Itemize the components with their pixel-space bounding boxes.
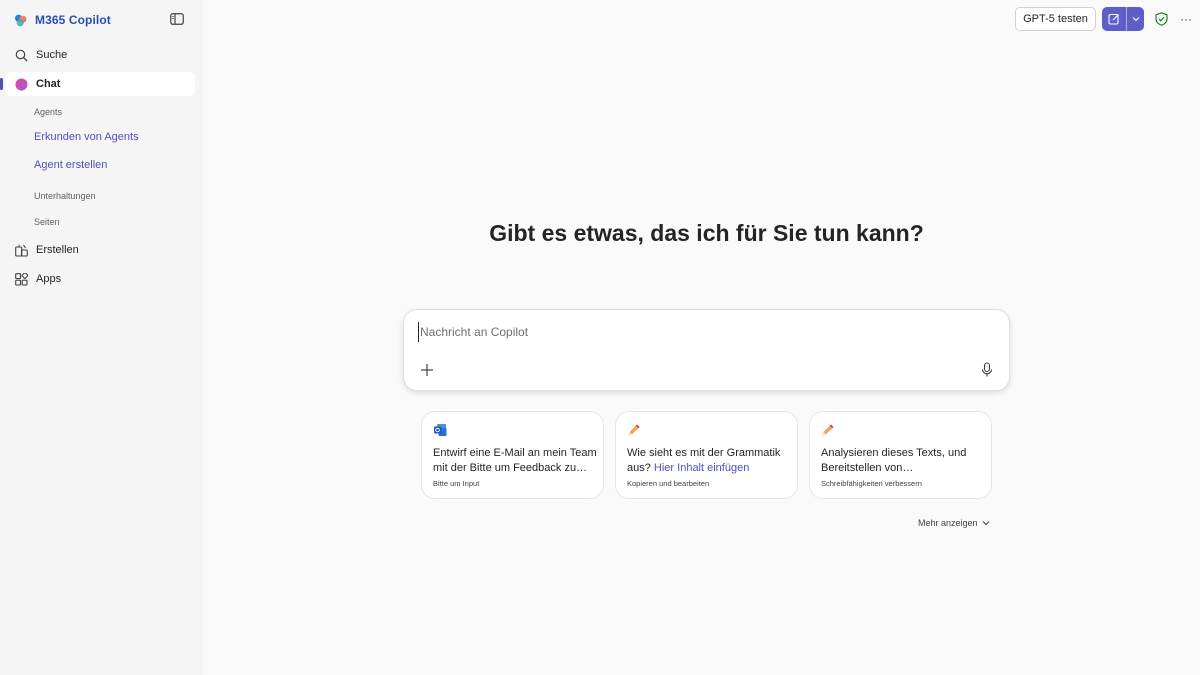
plus-icon [421, 364, 433, 376]
insert-content-link[interactable]: Hier Inhalt einfügen [654, 462, 749, 474]
copilot-chat-icon [14, 77, 28, 91]
page-title: Gibt es etwas, das ich für Sie tun kann? [489, 220, 924, 246]
sidebar-item-label: Apps [36, 273, 62, 285]
message-input[interactable] [418, 322, 978, 342]
chevron-down-icon [982, 521, 989, 526]
create-icon [14, 243, 28, 257]
show-more-label: Mehr anzeigen [918, 518, 978, 528]
agents-section-label: Agents [34, 107, 63, 117]
sidebar-toggle-button[interactable] [168, 10, 186, 28]
app-name: M365 Copilot [35, 13, 111, 27]
new-chat-button[interactable] [1102, 7, 1144, 31]
sidebar-item-search[interactable]: Suche [6, 43, 195, 67]
microphone-button[interactable] [979, 361, 995, 379]
suggestion-title: Entwirf eine E-Mail an mein Team mit der… [433, 447, 597, 474]
pencil-icon [822, 424, 834, 436]
outlook-icon [434, 424, 447, 436]
composer [403, 309, 1010, 391]
suggestion-title: Wie sieht es mit der Grammatik aus? Hier… [627, 446, 792, 475]
new-chat-main[interactable] [1102, 7, 1126, 31]
protection-shield-button[interactable] [1153, 10, 1169, 28]
sidebar-item-apps[interactable]: Apps [6, 267, 195, 291]
apps-icon [14, 272, 28, 286]
search-icon [14, 48, 28, 62]
more-options-button[interactable]: ··· [1178, 10, 1194, 28]
active-indicator [0, 78, 3, 90]
suggestion-subtitle: Bitte um Input [433, 479, 480, 488]
try-gpt5-button[interactable]: GPT-5 testen [1015, 7, 1096, 31]
sidebar-item-label: Chat [36, 78, 61, 90]
pages-section-label[interactable]: Seiten [34, 217, 60, 227]
shield-check-icon [1154, 12, 1168, 26]
add-attachment-button[interactable] [418, 361, 436, 379]
chevron-down-icon [1132, 17, 1139, 22]
compose-icon [1108, 13, 1119, 25]
suggestion-card-email[interactable]: Entwirf eine E-Mail an mein Team mit der… [421, 411, 604, 499]
suggestion-subtitle: Schreibfähigkeiten verbessern [821, 479, 922, 488]
create-agent-link[interactable]: Agent erstellen [34, 159, 107, 171]
sidebar-item-label: Erstellen [36, 244, 79, 256]
pencil-icon [628, 424, 640, 436]
sidebar-toggle-icon [170, 13, 184, 25]
copilot-logo-icon [14, 14, 27, 26]
sidebar-item-chat[interactable]: Chat [6, 72, 195, 96]
new-chat-dropdown[interactable] [1127, 7, 1144, 31]
suggestion-subtitle: Kopieren und bearbeiten [627, 479, 710, 488]
microphone-icon [981, 362, 993, 377]
brand[interactable]: M365 Copilot [14, 11, 111, 29]
sidebar-item-label: Suche [36, 49, 68, 61]
suggestion-card-analyze[interactable]: Analysieren dieses Texts, und Bereitstel… [809, 411, 992, 499]
sidebar: M365 Copilot Suche Chat Agents Erkunden … [0, 0, 203, 675]
show-more-button[interactable]: Mehr anzeigen [918, 518, 990, 528]
conversations-section-label[interactable]: Unterhaltungen [34, 191, 96, 201]
sidebar-item-create[interactable]: Erstellen [6, 238, 195, 262]
suggestion-title: Analysieren dieses Texts, und Bereitstel… [821, 447, 967, 474]
explore-agents-link[interactable]: Erkunden von Agents [34, 131, 139, 143]
suggestion-card-grammar[interactable]: Wie sieht es mit der Grammatik aus? Hier… [615, 411, 798, 499]
